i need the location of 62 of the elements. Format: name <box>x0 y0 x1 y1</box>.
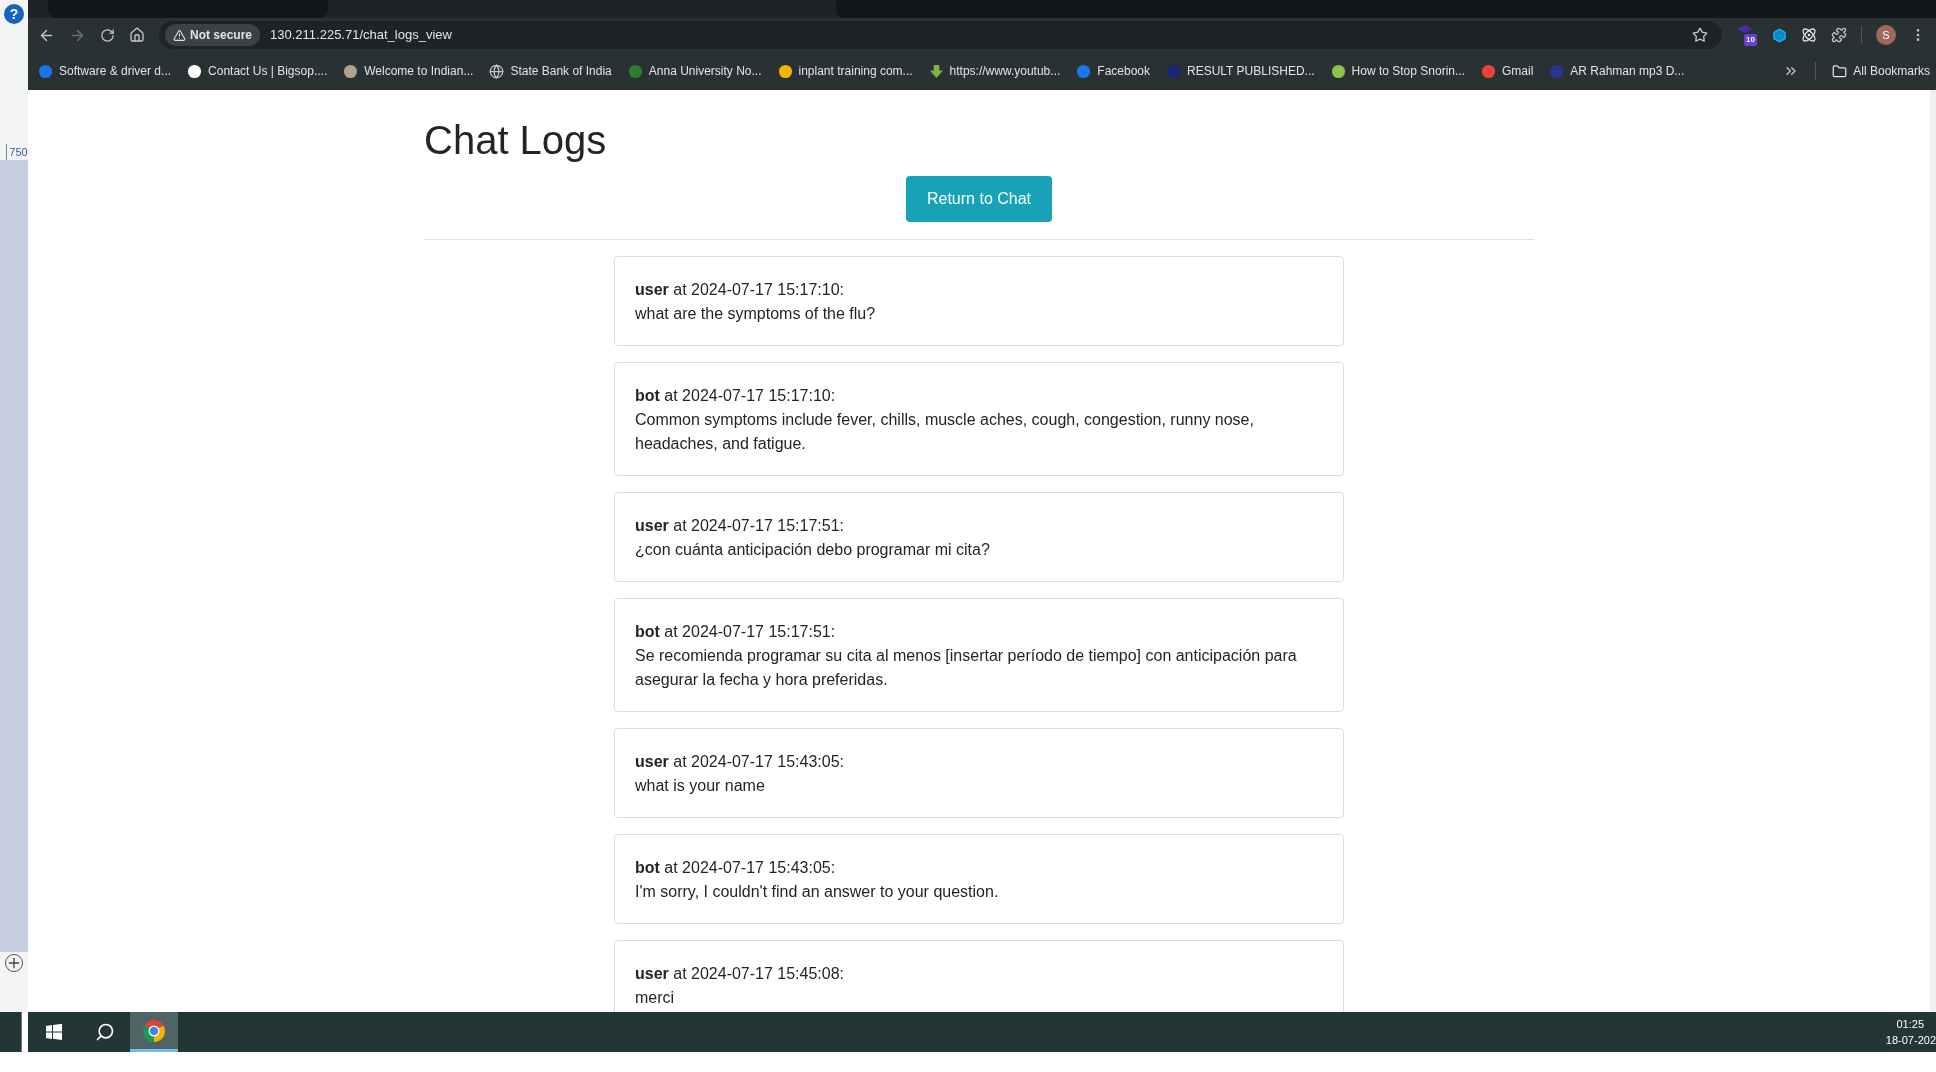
site-icon <box>777 63 793 79</box>
site-icon <box>627 63 643 79</box>
bookmark-item[interactable]: Software & driver d... <box>38 62 172 80</box>
site-icon <box>187 63 203 79</box>
log-message: I'm sorry, I couldn't find an answer to your question. <box>635 882 1000 902</box>
bookmark-item[interactable]: RESULT PUBLISHED... <box>1166 62 1315 80</box>
log-message: Se recomienda programar su cita al menos [insertar período de tiempo] con anticipación para asegurar la fecha y hora preferidas. <box>635 646 1298 690</box>
globe-icon <box>489 63 505 79</box>
bookmark-item[interactable]: AR Rahman mp3 D... <box>1549 62 1685 80</box>
graduation-cap-icon <box>1736 25 1754 34</box>
bookmark-item[interactable]: https://www.youtub... <box>928 62 1061 80</box>
windows-start-icon[interactable] <box>46 1024 62 1040</box>
log-header: bot at 2024-07-17 15:17:10: <box>635 386 837 406</box>
all-bookmarks-button[interactable]: All Bookmarks <box>1832 62 1930 80</box>
clock-time: 01:25 <box>1896 1017 1924 1032</box>
clock-date: 18-07-202 <box>1885 1033 1936 1048</box>
bookmark-item[interactable]: Anna University No... <box>627 62 762 80</box>
bookmark-item[interactable]: State Bank of India <box>489 62 612 80</box>
atom-icon[interactable] <box>1801 27 1817 43</box>
url-text: 130.211.225.71/chat_logs_view <box>270 26 453 45</box>
bookmark-item[interactable]: Welcome to Indian... <box>343 62 474 80</box>
bookmark-item[interactable]: How to Stop Snorin... <box>1330 62 1465 80</box>
extension-button[interactable]: 10 <box>1736 25 1758 45</box>
site-icon <box>1330 63 1346 79</box>
taskbar-edge <box>0 1012 22 1052</box>
bookmark-item[interactable]: Facebook <box>1076 62 1150 80</box>
security-chip[interactable]: Not secure <box>165 24 261 46</box>
log-message: what is your name <box>635 776 766 796</box>
log-header: user at 2024-07-17 15:45:08: <box>635 964 846 984</box>
log-header: user at 2024-07-17 15:43:05: <box>635 752 846 772</box>
log-header: bot at 2024-07-17 15:43:05: <box>635 858 837 878</box>
bookmark-item[interactable]: Gmail <box>1481 62 1534 80</box>
bookmark-star-icon[interactable] <box>1692 27 1708 43</box>
reload-icon[interactable] <box>100 27 115 43</box>
bookmark-item[interactable]: Contact Us | Bigsop.... <box>187 62 328 80</box>
page-title: Chat Logs <box>424 117 607 164</box>
home-icon[interactable] <box>129 27 145 43</box>
site-icon <box>1166 63 1181 79</box>
site-icon <box>343 63 359 79</box>
log-header: user at 2024-07-17 15:17:10: <box>635 280 846 300</box>
address-bar[interactable]: Not secure 130.211.225.71/chat_logs_view <box>159 21 1722 49</box>
bookmark-item[interactable]: inplant training com... <box>777 62 913 80</box>
folder-icon <box>1832 63 1848 79</box>
help-badge[interactable]: ? <box>4 4 24 24</box>
site-icon <box>1549 63 1565 79</box>
site-icon <box>38 63 53 79</box>
search-icon[interactable] <box>95 1022 115 1042</box>
site-icon <box>1076 63 1092 79</box>
chrome-icon <box>142 1018 166 1043</box>
log-header: bot at 2024-07-17 15:17:51: <box>635 622 837 642</box>
log-message: merci <box>635 988 676 1008</box>
profile-avatar[interactable]: S <box>1876 25 1896 45</box>
chrome-taskbar-button[interactable] <box>130 1012 178 1052</box>
warning-icon <box>173 28 186 42</box>
download-arrow-icon <box>928 63 944 79</box>
log-message: what are the symptoms of the flu? <box>635 304 877 324</box>
hexagon-icon[interactable] <box>1772 27 1787 43</box>
site-icon <box>1481 63 1496 79</box>
log-message: ¿con cuánta anticipación debo programar mi cita? <box>635 540 991 560</box>
log-message: Common symptoms include fever, chills, muscle aches, cough, congestion, runny nose, headaches, and fatigue. <box>635 410 1255 454</box>
extensions-icon[interactable] <box>1831 27 1847 43</box>
log-header: user at 2024-07-17 15:17:51: <box>635 516 846 536</box>
